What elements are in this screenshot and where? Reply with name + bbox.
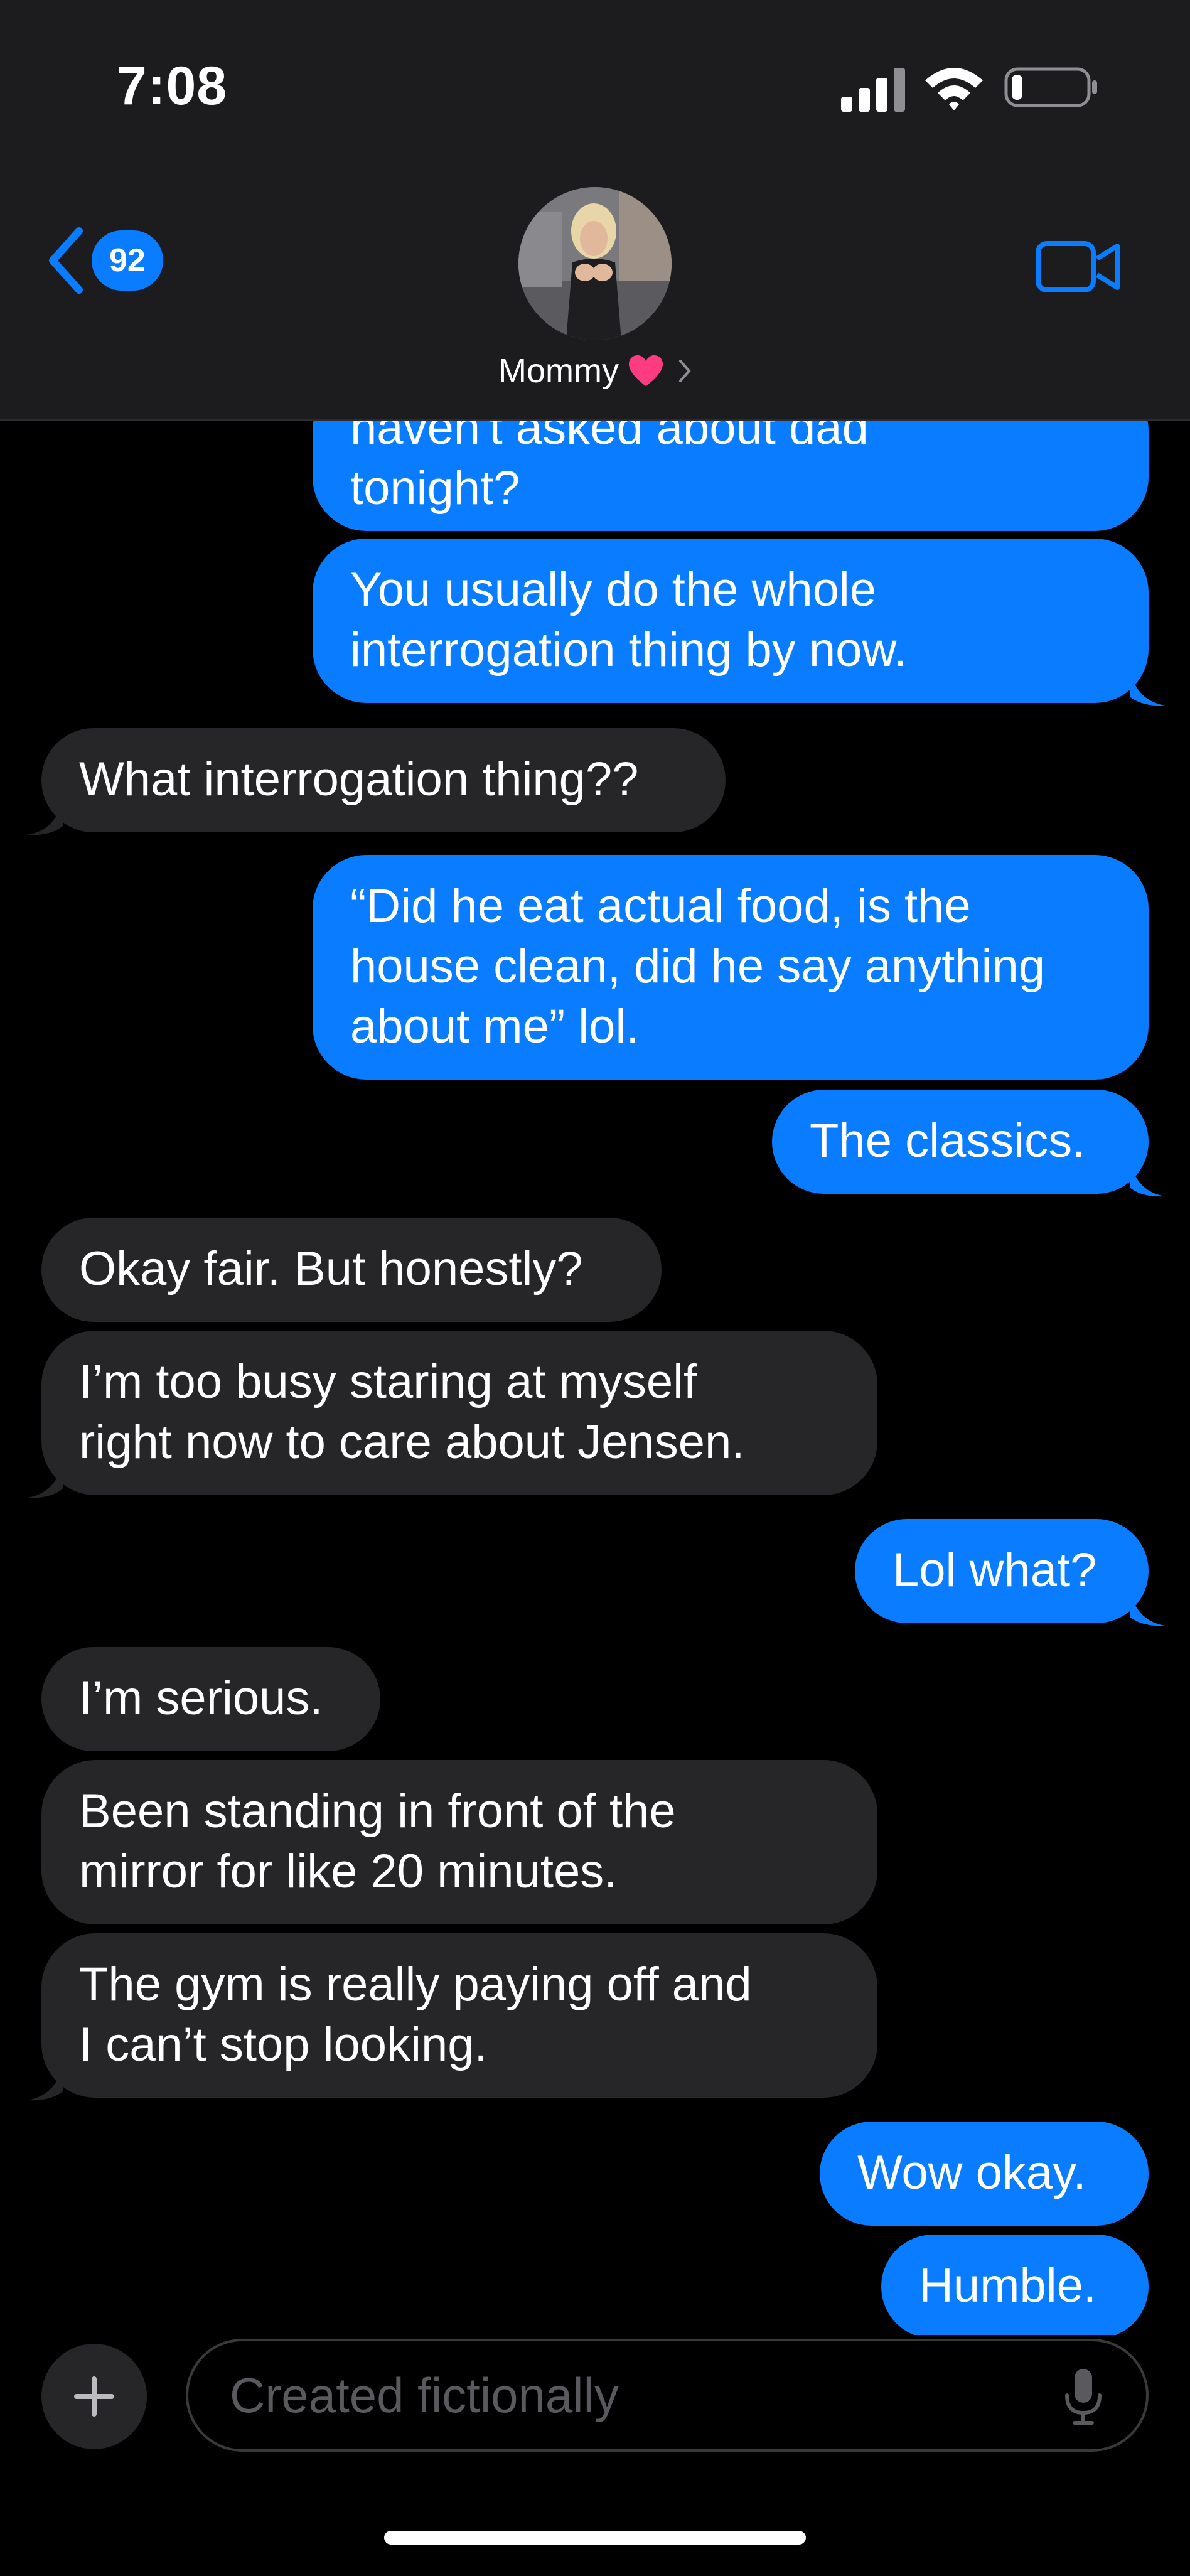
message-bubble-incoming[interactable]: I’m too busy staring at myself right now… bbox=[41, 1331, 877, 1495]
chevron-left-icon bbox=[49, 227, 83, 294]
bubble-tail bbox=[28, 1461, 63, 1498]
contact-name: Mommy bbox=[498, 352, 619, 390]
bubble-tail bbox=[1130, 1160, 1165, 1197]
message-bubble-outgoing[interactable]: Humble. bbox=[881, 2235, 1149, 2335]
message-bubble-incoming[interactable]: The gym is really paying off and I can’t… bbox=[41, 1933, 877, 2098]
bubble-tail bbox=[1130, 669, 1165, 706]
message-input[interactable] bbox=[228, 2366, 984, 2425]
status-time: 7:08 bbox=[117, 56, 228, 116]
video-camera-icon[interactable] bbox=[1036, 239, 1121, 295]
message-bubble-outgoing[interactable]: The classics. bbox=[772, 1090, 1149, 1194]
pink-heart-icon bbox=[628, 355, 663, 386]
chevron-right-icon bbox=[678, 360, 691, 382]
message-bubble-outgoing[interactable]: “Did he eat actual food, is the house cl… bbox=[313, 855, 1149, 1080]
bubble-tail bbox=[1130, 1589, 1165, 1626]
wifi-icon bbox=[925, 68, 983, 110]
battery-level-fill bbox=[1012, 75, 1022, 100]
message-bubble-outgoing[interactable]: Wow okay. bbox=[820, 2122, 1149, 2226]
message-bubble-outgoing[interactable]: Lol what? bbox=[855, 1519, 1149, 1623]
contact-avatar[interactable] bbox=[518, 187, 672, 340]
bubble-tail bbox=[28, 2064, 63, 2101]
plus-button[interactable] bbox=[41, 2344, 147, 2449]
plus-icon bbox=[74, 2376, 114, 2417]
bubble-tail bbox=[28, 798, 63, 835]
conversation-header: 92 Mommy bbox=[0, 163, 1190, 421]
message-input-container[interactable] bbox=[186, 2339, 1149, 2452]
status-bar: 7:08 bbox=[0, 0, 1190, 163]
message-bubble-incoming[interactable]: What interrogation thing?? bbox=[41, 728, 726, 832]
message-bubble-outgoing[interactable]: You usually do the whole interrogation t… bbox=[313, 539, 1149, 703]
contact-name-button[interactable]: Mommy bbox=[0, 352, 1190, 390]
battery-icon bbox=[1004, 67, 1097, 107]
message-bubble-incoming[interactable]: Okay fair. But honestly? bbox=[41, 1218, 662, 1322]
back-button[interactable]: 92 bbox=[44, 226, 163, 295]
microphone-icon[interactable] bbox=[1064, 2368, 1102, 2425]
cellular-signal-icon bbox=[841, 68, 905, 112]
message-bubble-incoming[interactable]: I’m serious. bbox=[41, 1647, 380, 1751]
unread-count-badge: 92 bbox=[92, 230, 163, 291]
avatar-photo bbox=[518, 187, 672, 340]
home-indicator[interactable] bbox=[384, 2531, 806, 2545]
message-bubble-incoming[interactable]: Been standing in front of the mirror for… bbox=[41, 1760, 877, 1924]
